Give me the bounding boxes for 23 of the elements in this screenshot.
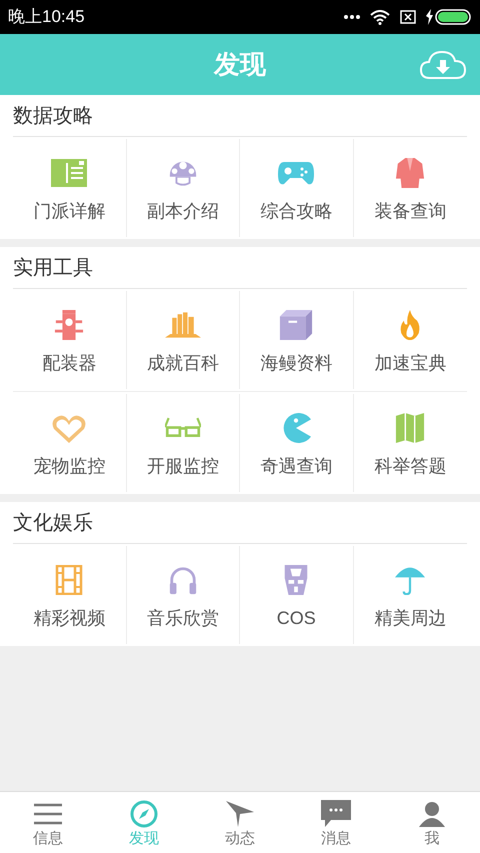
heart-icon — [51, 413, 88, 443]
nav-tab[interactable]: 信息 — [0, 792, 96, 853]
chat-bubble-icon — [321, 800, 351, 828]
books-icon — [164, 310, 201, 340]
menu-icon — [34, 802, 62, 824]
nav-tab[interactable]: 动态 — [192, 792, 288, 853]
wifi-icon — [370, 10, 390, 24]
nav-tab[interactable]: 我 — [384, 792, 480, 853]
section-title: 文化娱乐 — [13, 510, 93, 536]
user-icon — [419, 800, 445, 826]
more-dots-icon — [344, 15, 360, 19]
box-icon — [278, 310, 314, 340]
no-sim-icon — [400, 10, 416, 24]
nav-tab[interactable]: 消息 — [288, 792, 384, 853]
page-title: 发现 — [214, 48, 266, 81]
card-icon — [51, 158, 88, 188]
status-time: 晚上10:45 — [8, 6, 85, 28]
battery-icon — [426, 9, 472, 25]
section-title: 数据攻略 — [13, 104, 93, 128]
compass-icon — [130, 800, 158, 828]
section-title: 实用工具 — [13, 256, 93, 280]
paper-plane-icon — [226, 800, 254, 826]
cloud-download-button[interactable] — [420, 50, 466, 80]
